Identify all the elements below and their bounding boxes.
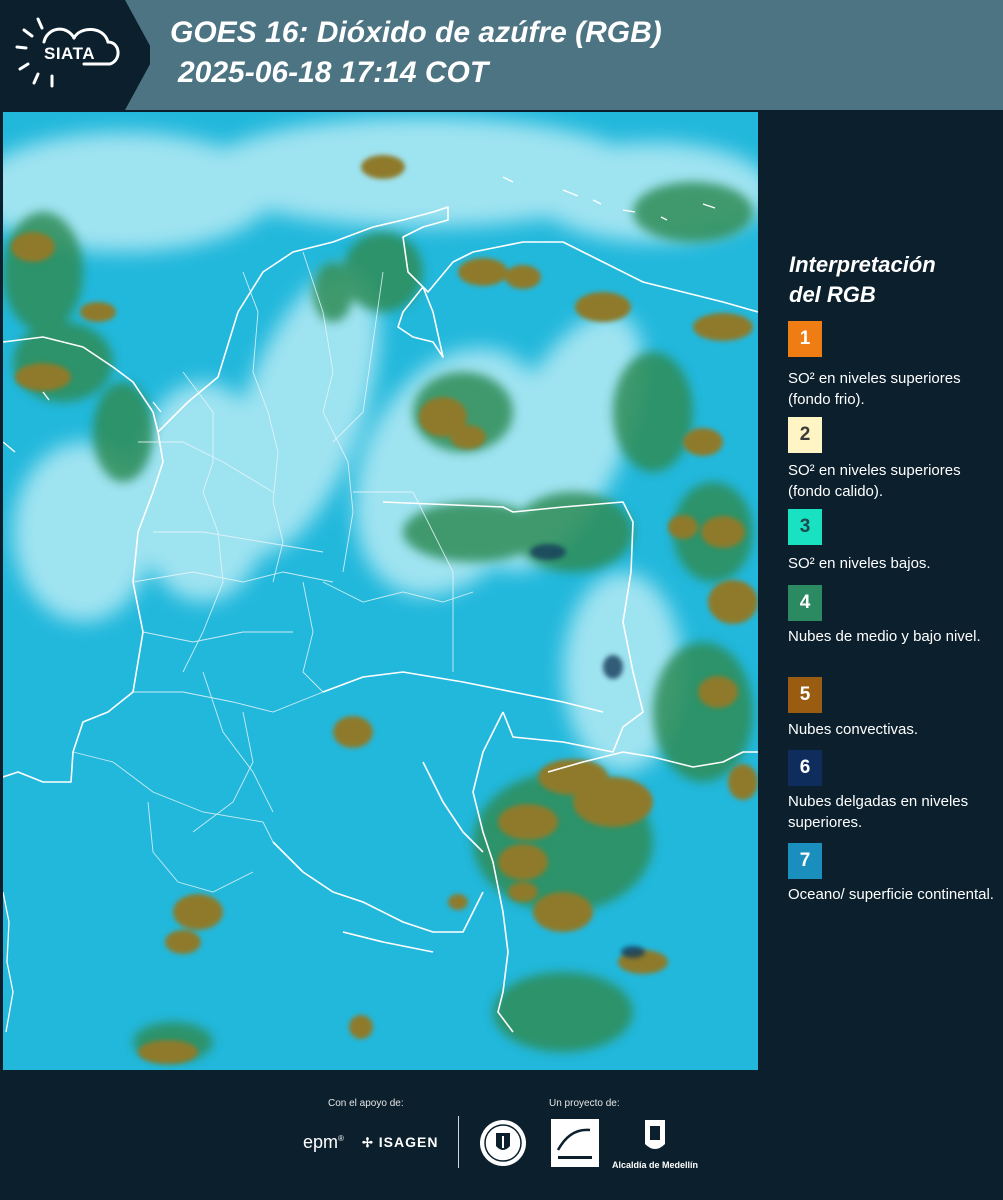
legend-label-2: SO² en niveles superiores (fondo calido)… [788, 462, 961, 500]
area-metropolitana-logo-icon[interactable] [550, 1118, 600, 1168]
footer-divider [458, 1116, 459, 1168]
legend-swatch-5: 5 [788, 677, 822, 713]
rgb-legend: Interpretación del RGB 1 SO² en niveles s… [770, 112, 1003, 1070]
epm-logo[interactable]: epm® [303, 1132, 344, 1153]
legend-label-1: SO² en niveles superiores (fondo frio). [788, 370, 961, 408]
legend-swatch-7: 7 [788, 843, 822, 879]
isagen-logo[interactable]: ✢ ISAGEN [362, 1134, 438, 1151]
isagen-symbol-icon: ✢ [362, 1135, 374, 1150]
medellin-seal-icon[interactable] [478, 1118, 528, 1168]
legend-label-6: Nubes delgadas en niveles superiores. [788, 793, 969, 831]
legend-swatch-6: 6 [788, 750, 822, 786]
epm-logo-text: epm [303, 1132, 339, 1152]
legend-label-4: Nubes de medio y bajo nivel. [788, 628, 981, 645]
legend-title: Interpretación del RGB [789, 250, 936, 310]
legend-swatch-3: 3 [788, 509, 822, 545]
alcaldia-logo-text: Alcaldía de Medellín [612, 1160, 699, 1170]
legend-swatch-1: 1 [788, 321, 822, 357]
legend-title-line2: del RGB [789, 282, 876, 307]
footer: Con el apoyo de: Un proyecto de: epm® ✢ … [0, 1070, 1003, 1200]
legend-label-5: Nubes convectivas. [788, 721, 919, 738]
legend-title-line1: Interpretación [789, 252, 936, 277]
support-label: Con el apoyo de: [328, 1098, 404, 1109]
header-bar: SIATA GOES 16: Dióxido de azúfre (RGB) 2… [0, 0, 1003, 110]
legend-label-3: SO² en niveles bajos. [788, 555, 931, 572]
legend-swatch-4: 4 [788, 585, 822, 621]
siata-logo[interactable]: SIATA [0, 0, 150, 110]
alcaldia-shield-icon[interactable] [611, 1118, 701, 1158]
project-label: Un proyecto de: [549, 1098, 620, 1109]
logo-text: SIATA [44, 44, 95, 63]
legend-swatch-2: 2 [788, 417, 822, 453]
legend-label-7: Oceano/ superficie continental. [788, 886, 994, 903]
satellite-map[interactable] [3, 112, 758, 1070]
page-title: GOES 16: Dióxido de azúfre (RGB) [170, 16, 662, 49]
isagen-logo-text: ISAGEN [378, 1134, 439, 1150]
page-timestamp: 2025-06-18 17:14 COT [178, 56, 489, 89]
